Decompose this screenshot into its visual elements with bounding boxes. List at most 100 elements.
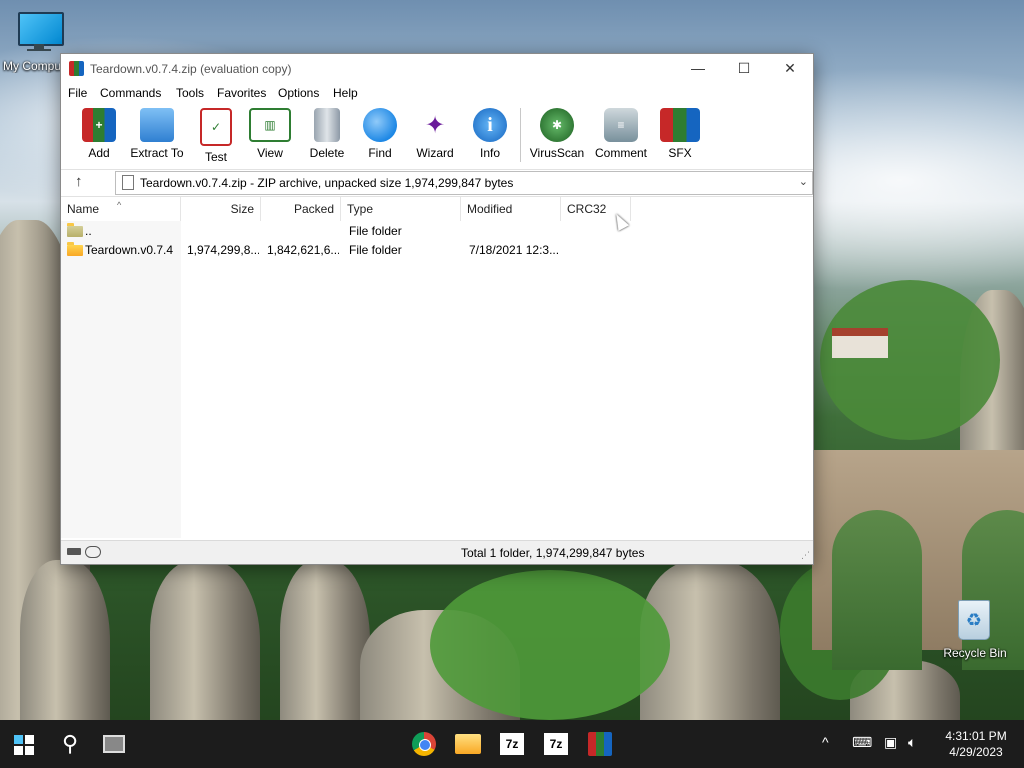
computer-monitor-icon: [18, 12, 64, 46]
extract-to-button[interactable]: Extract To: [129, 108, 185, 160]
menu-tools[interactable]: Tools: [176, 86, 204, 100]
windows-logo-icon: [14, 735, 23, 744]
virusscan-label: VirusScan: [529, 146, 585, 160]
up-folder-icon[interactable]: ↑: [75, 173, 83, 190]
row-type: File folder: [349, 224, 402, 238]
winrar-icon[interactable]: [586, 730, 614, 758]
extract-to-label: Extract To: [130, 146, 184, 160]
menu-commands[interactable]: Commands: [100, 86, 161, 100]
view-label: View: [257, 146, 283, 160]
find-button[interactable]: Find: [359, 108, 401, 160]
trash-icon: [314, 108, 340, 142]
task-view-icon[interactable]: [100, 730, 128, 758]
column-header-packed[interactable]: Packed: [261, 197, 341, 221]
row-type: File folder: [349, 243, 402, 257]
test-label: Test: [204, 150, 227, 164]
add-archive-icon: +: [82, 108, 116, 142]
clock-date: 4/29/2023: [949, 745, 1003, 759]
row-size: 1,974,299,8...: [187, 243, 259, 257]
windows-logo-icon-part: [25, 746, 34, 755]
row-modified: 7/18/2021 12:3...: [469, 243, 559, 257]
chrome-icon[interactable]: [410, 730, 438, 758]
menu-file[interactable]: File: [68, 86, 87, 100]
add-button[interactable]: + Add: [79, 108, 119, 160]
delete-button[interactable]: Delete: [305, 108, 349, 160]
sfx-button[interactable]: SFX: [659, 108, 701, 160]
windows-logo-icon-part: [14, 746, 23, 755]
info-label: Info: [479, 146, 500, 160]
forest: [820, 280, 1000, 440]
search-icon[interactable]: ⚲: [56, 730, 84, 758]
wizard-label: Wizard: [416, 146, 454, 160]
rock-formation: [280, 560, 370, 720]
comment-button[interactable]: ≡ Comment: [593, 108, 649, 160]
house: [832, 328, 888, 358]
table-row-parent[interactable]: .. File folder: [61, 222, 813, 241]
key-icon[interactable]: [85, 546, 101, 558]
status-text: Total 1 folder, 1,974,299,847 bytes: [461, 546, 645, 560]
winrar-window: Teardown.v0.7.4.zip (evaluation copy) — …: [60, 53, 814, 565]
forest: [430, 570, 670, 720]
row-name: Teardown.v0.7.4: [85, 243, 174, 257]
minimize-button[interactable]: —: [675, 54, 721, 84]
table-row[interactable]: Teardown.v0.7.4 1,974,299,8... 1,842,621…: [61, 241, 813, 260]
desktop-icon-label: My Compu: [2, 59, 61, 73]
monitor-base: [27, 49, 51, 51]
resize-grip[interactable]: ⋰: [801, 550, 810, 561]
document-icon: [122, 175, 134, 190]
toolbar: + Add Extract To ✓ Test ▥ View Delete Fi…: [61, 106, 813, 168]
sfx-label: SFX: [668, 146, 692, 160]
rock-formation: [20, 560, 110, 720]
volume-icon[interactable]: 🔈︎: [908, 734, 916, 751]
view-button[interactable]: ▥ View: [249, 108, 291, 160]
folder-icon: [67, 242, 83, 256]
7zip-icon-2[interactable]: 7z: [542, 730, 570, 758]
drive-icon[interactable]: [67, 548, 81, 555]
extract-folder-icon: [140, 108, 174, 142]
magic-wand-icon: ✦: [424, 111, 446, 139]
menu-favorites[interactable]: Favorites: [217, 86, 266, 100]
toolbar-separator: [520, 108, 521, 162]
keyboard-icon[interactable]: ⌨: [852, 734, 872, 751]
stone-bridge: [812, 450, 1024, 670]
rock-formation: [150, 560, 260, 720]
menu-bar: File Commands Tools Favorites Options He…: [61, 84, 813, 104]
7zip-icon-1[interactable]: 7z: [498, 730, 526, 758]
find-label: Find: [368, 146, 392, 160]
file-list[interactable]: ^ Name Size Packed Type Modified CRC32 .…: [61, 197, 813, 538]
title-bar[interactable]: Teardown.v0.7.4.zip (evaluation copy) — …: [61, 54, 813, 84]
view-book-icon: ▥: [249, 108, 291, 142]
column-header-name[interactable]: ^ Name: [61, 197, 181, 221]
maximize-button[interactable]: ☐: [721, 54, 767, 84]
chevron-up-icon[interactable]: ^: [822, 734, 829, 750]
test-button[interactable]: ✓ Test: [195, 108, 237, 164]
windows-logo-icon-part: [25, 735, 34, 744]
comment-icon: ≡: [604, 108, 638, 142]
chevron-down-icon[interactable]: ⌄: [799, 175, 808, 188]
close-button[interactable]: ✕: [767, 54, 813, 84]
menu-options[interactable]: Options: [278, 86, 319, 100]
row-name: ..: [85, 224, 92, 238]
sort-ascending-icon: ^: [117, 200, 122, 210]
clock[interactable]: 4:31:01 PM 4/29/2023: [934, 728, 1018, 760]
virusscan-button[interactable]: ✱ VirusScan: [529, 108, 585, 160]
wizard-button[interactable]: ✦ Wizard: [413, 108, 457, 161]
winrar-app-icon: [69, 61, 84, 76]
recycle-bin-icon: ♻: [958, 600, 990, 640]
menu-help[interactable]: Help: [333, 86, 358, 100]
row-packed: 1,842,621,6...: [267, 243, 339, 257]
virus-scan-icon: ✱: [540, 108, 574, 142]
archive-path-dropdown[interactable]: Teardown.v0.7.4.zip - ZIP archive, unpac…: [115, 171, 813, 195]
start-button[interactable]: [14, 735, 34, 755]
column-header-modified[interactable]: Modified: [461, 197, 561, 221]
network-icon[interactable]: ▣: [884, 734, 897, 751]
info-button[interactable]: i Info: [469, 108, 511, 160]
column-header-size[interactable]: Size: [181, 197, 261, 221]
file-explorer-icon[interactable]: [454, 730, 482, 758]
test-checklist-icon: ✓: [200, 108, 232, 146]
archive-path-text: Teardown.v0.7.4.zip - ZIP archive, unpac…: [140, 176, 514, 190]
column-header-type[interactable]: Type: [341, 197, 461, 221]
info-icon: i: [473, 108, 507, 142]
status-bar: Total 1 folder, 1,974,299,847 bytes ⋰: [61, 540, 813, 564]
parent-folder-icon: [67, 223, 83, 237]
